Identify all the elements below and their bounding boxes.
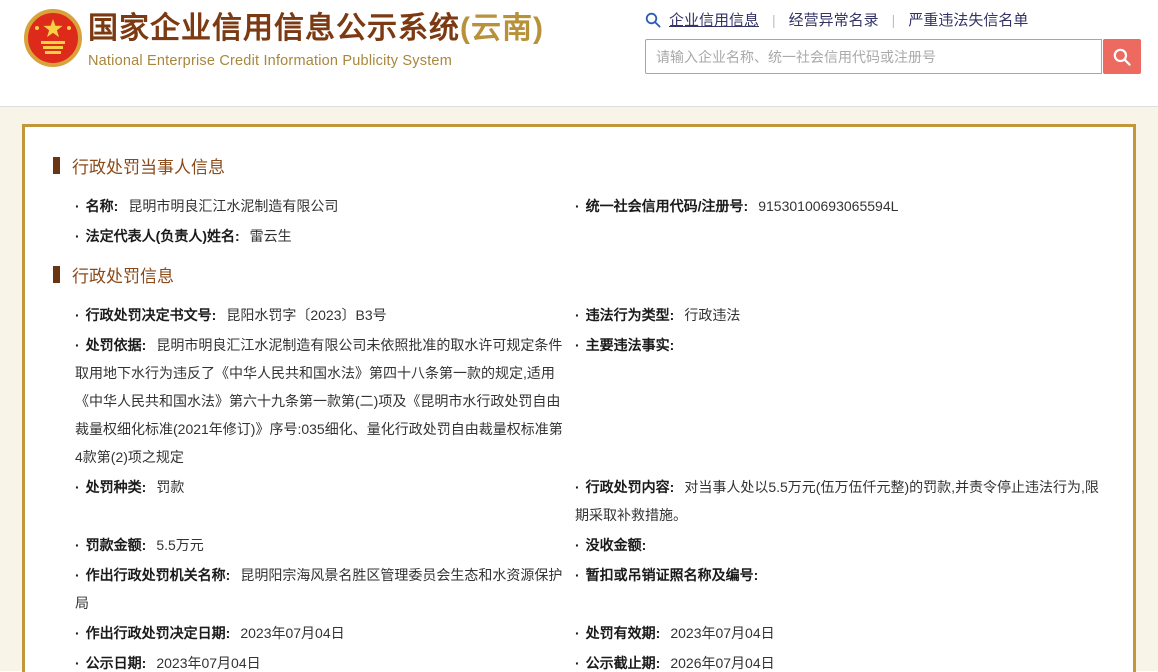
field-label: 行政处罚内容:	[586, 479, 675, 495]
search-button[interactable]	[1103, 39, 1141, 74]
field-value: 2026年07月04日	[670, 655, 774, 671]
nav-enterprise-credit-info[interactable]: 企业信用信息	[669, 9, 759, 30]
field-label: 统一社会信用代码/注册号:	[586, 198, 749, 214]
field-value: 5.5万元	[156, 537, 203, 553]
search-bar	[645, 39, 1141, 74]
field-label: 主要违法事实:	[586, 337, 675, 353]
field-label: 处罚有效期:	[586, 625, 661, 641]
field-value: 昆阳水罚字〔2023〕B3号	[226, 307, 386, 323]
field-decision-date: · 作出行政处罚决定日期: 2023年07月04日	[75, 619, 565, 647]
page-subtitle-en: National Enterprise Credit Information P…	[88, 53, 544, 69]
nav-separator: |	[772, 12, 776, 28]
field-label: 罚款金额:	[86, 537, 147, 553]
search-input[interactable]	[645, 39, 1102, 74]
bullet: ·	[575, 337, 580, 353]
bullet: ·	[75, 567, 80, 583]
nav-serious-violations-list[interactable]: 严重违法失信名单	[908, 9, 1028, 30]
field-value: 昆明市明良汇江水泥制造有限公司未依照批准的取水许可规定条件取用地下水行为违反了《…	[75, 337, 563, 465]
field-value: 罚款	[156, 479, 184, 495]
nav-abnormal-operations-list[interactable]: 经营异常名录	[789, 9, 879, 30]
field-label: 违法行为类型:	[586, 307, 675, 323]
field-penalty-category: · 处罚种类: 罚款	[75, 473, 565, 529]
bullet: ·	[575, 198, 580, 214]
search-type-nav: 企业信用信息 | 经营异常名录 | 严重违法失信名单	[645, 9, 1141, 30]
bullet: ·	[75, 625, 80, 641]
bullet: ·	[75, 655, 80, 671]
bullet: ·	[575, 537, 580, 553]
field-penalty-validity-period: · 处罚有效期: 2023年07月04日	[575, 619, 1103, 647]
field-label: 法定代表人(负责人)姓名:	[86, 228, 240, 244]
field-publicity-end-date: · 公示截止期: 2026年07月04日	[575, 649, 1103, 672]
field-label: 公示截止期:	[586, 655, 661, 671]
section-title-text: 行政处罚信息	[72, 262, 174, 287]
field-label: 作出行政处罚决定日期:	[86, 625, 231, 641]
bullet: ·	[75, 228, 80, 244]
field-publicity-date: · 公示日期: 2023年07月04日	[75, 649, 565, 672]
penalty-detail-panel: 行政处罚当事人信息 · 名称: 昆明市明良汇江水泥制造有限公司 · 统一社会信用代码/…	[22, 124, 1136, 672]
section-title-party-info: 行政处罚当事人信息	[53, 153, 1103, 178]
bullet: ·	[575, 655, 580, 671]
bullet: ·	[75, 307, 80, 323]
field-value: 2023年07月04日	[670, 625, 774, 641]
field-decision-doc-number: · 行政处罚决定书文号: 昆阳水罚字〔2023〕B3号	[75, 301, 565, 329]
site-title-block: 国家企业信用信息公示系统(云南) National Enterprise Cre…	[88, 11, 544, 69]
bullet: ·	[575, 625, 580, 641]
field-suspended-license: · 暂扣或吊销证照名称及编号:	[575, 561, 1103, 617]
site-header: 国家企业信用信息公示系统(云南) National Enterprise Cre…	[0, 0, 1158, 107]
field-fine-amount: · 罚款金额: 5.5万元	[75, 531, 565, 559]
field-value: 2023年07月04日	[240, 625, 344, 641]
bullet: ·	[575, 479, 580, 495]
penalty-info-fields: · 行政处罚决定书文号: 昆阳水罚字〔2023〕B3号 · 违法行为类型: 行政违法 ·…	[75, 301, 1103, 672]
title-cn-text: 国家企业信用信息公示系统	[88, 12, 460, 45]
field-value: 雷云生	[250, 228, 292, 244]
bullet: ·	[75, 198, 80, 214]
field-value: 行政违法	[684, 307, 740, 323]
section-marker	[53, 266, 60, 283]
field-confiscated-amount: · 没收金额:	[575, 531, 1103, 559]
party-info-fields: · 名称: 昆明市明良汇江水泥制造有限公司 · 统一社会信用代码/注册号: 915301…	[75, 192, 1103, 250]
page-title: 国家企业信用信息公示系统(云南)	[88, 11, 544, 47]
bullet: ·	[75, 537, 80, 553]
bullet: ·	[75, 479, 80, 495]
field-main-violation-facts: · 主要违法事实:	[575, 331, 1103, 471]
field-legal-representative: · 法定代表人(负责人)姓名: 雷云生	[75, 222, 565, 250]
search-button-icon	[1112, 47, 1132, 67]
field-credit-code: · 统一社会信用代码/注册号: 91530100693065594L	[575, 192, 1103, 220]
title-region-text: (云南)	[460, 12, 544, 45]
bullet: ·	[575, 307, 580, 323]
field-label: 处罚依据:	[86, 337, 147, 353]
field-value: 昆明市明良汇江水泥制造有限公司	[128, 198, 338, 214]
field-label: 暂扣或吊销证照名称及编号:	[586, 567, 759, 583]
field-value: 91530100693065594L	[758, 198, 898, 214]
search-icon	[645, 12, 661, 28]
field-label: 作出行政处罚机关名称:	[86, 567, 231, 583]
field-penalty-basis: · 处罚依据:昆明市明良汇江水泥制造有限公司未依照批准的取水许可规定条件取用地下水…	[75, 331, 565, 471]
field-penalty-authority: ·作出行政处罚机关名称:昆明阳宗海风景名胜区管理委员会生态和水资源保护局	[75, 561, 565, 617]
field-violation-type: · 违法行为类型: 行政违法	[575, 301, 1103, 329]
section-title-text: 行政处罚当事人信息	[72, 153, 225, 178]
bullet: ·	[575, 567, 580, 583]
field-label: 公示日期:	[86, 655, 147, 671]
nav-separator: |	[892, 12, 896, 28]
bullet: ·	[75, 337, 80, 353]
national-emblem-logo	[24, 8, 82, 70]
field-label: 行政处罚决定书文号:	[86, 307, 217, 323]
section-marker	[53, 157, 60, 174]
field-name: · 名称: 昆明市明良汇江水泥制造有限公司	[75, 192, 565, 220]
field-label: 没收金额:	[586, 537, 647, 553]
page-body: 行政处罚当事人信息 · 名称: 昆明市明良汇江水泥制造有限公司 · 统一社会信用代码/…	[0, 107, 1158, 671]
field-penalty-content: ·行政处罚内容:对当事人处以5.5万元(伍万伍仟元整)的罚款,并责令停止违法行为…	[575, 473, 1103, 529]
section-title-penalty-info: 行政处罚信息	[53, 262, 1103, 287]
field-value: 2023年07月04日	[156, 655, 260, 671]
field-label: 处罚种类:	[86, 479, 147, 495]
header-right-panel: 企业信用信息 | 经营异常名录 | 严重违法失信名单	[645, 9, 1141, 74]
field-label: 名称:	[86, 198, 119, 214]
